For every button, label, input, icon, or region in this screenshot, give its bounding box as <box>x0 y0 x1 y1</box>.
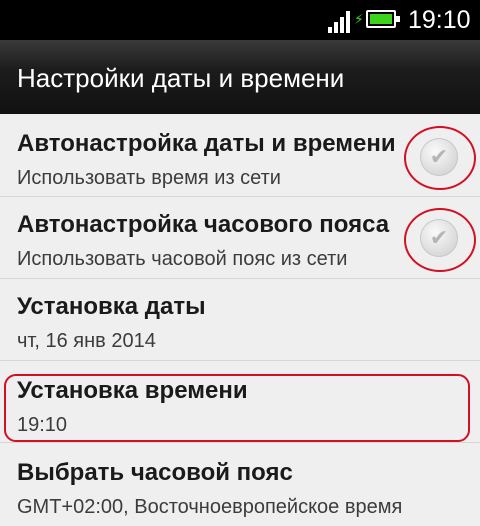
page-title: Настройки даты и времени <box>17 63 345 93</box>
set-date-row[interactable]: Установка даты чт, 16 янв 2014 <box>0 279 480 361</box>
battery-charging-icon: ⚡ <box>354 10 400 28</box>
status-bar: ⚡ 19:10 <box>0 0 480 40</box>
auto-timezone-subtitle: Использовать часовой пояс из сети <box>17 248 348 270</box>
signal-bars-icon <box>328 9 354 33</box>
status-clock: 19:10 <box>408 6 471 34</box>
auto-datetime-subtitle: Использовать время из сети <box>17 167 281 189</box>
auto-timezone-title: Автонастройка часового пояса <box>17 211 390 238</box>
set-date-value: чт, 16 янв 2014 <box>17 330 156 352</box>
auto-datetime-title: Автонастройка даты и времени <box>17 130 396 157</box>
annotation-circle-auto-datetime <box>404 126 476 190</box>
set-date-title: Установка даты <box>17 293 206 320</box>
select-timezone-title: Выбрать часовой пояс <box>17 459 293 486</box>
select-timezone-row[interactable]: Выбрать часовой пояс GMT+02:00, Восточно… <box>0 443 480 526</box>
annotation-circle-auto-timezone <box>404 208 476 272</box>
annotation-box-set-time <box>4 374 470 442</box>
title-bar: Настройки даты и времени <box>0 40 480 114</box>
select-timezone-value: GMT+02:00, Восточноевропейское время <box>17 496 403 518</box>
